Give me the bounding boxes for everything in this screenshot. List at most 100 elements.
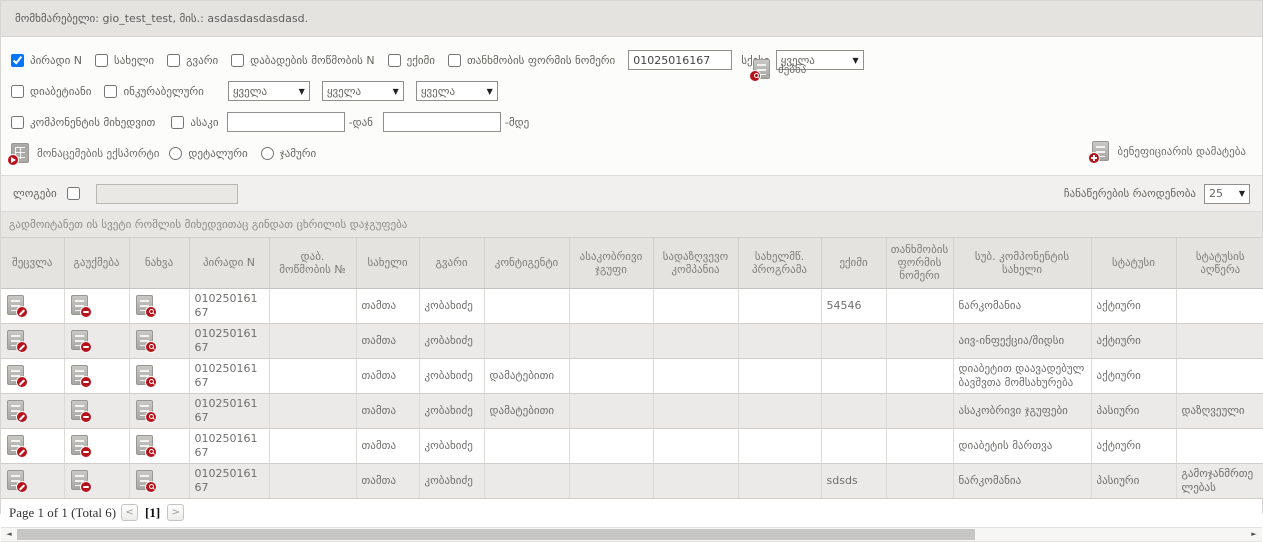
cancel-record-icon[interactable] <box>71 365 88 385</box>
incurable-label: ინკურაბელური <box>123 85 203 98</box>
table-cell <box>1176 358 1263 393</box>
export-detailed-radio[interactable] <box>169 147 182 160</box>
logs-checkbox[interactable] <box>67 187 80 200</box>
cancel-record-icon[interactable] <box>71 295 88 315</box>
table-cell <box>269 393 356 428</box>
last-name-checkbox[interactable] <box>167 54 180 67</box>
add-beneficiary-button[interactable]: ბენეფიციარის დამატება <box>1092 141 1246 161</box>
age-from-input[interactable] <box>227 112 345 132</box>
export-data-button[interactable]: მონაცემების ექსპორტი <box>11 143 159 163</box>
birth-certificate-label: დაბადების მოწმობის N <box>250 54 374 67</box>
edit-record-icon[interactable] <box>7 400 24 420</box>
horizontal-scrollbar[interactable]: ◄ ► <box>1 527 1262 542</box>
column-header[interactable]: სახელი <box>356 238 419 288</box>
filter-select-a[interactable]: ყველა ▼ <box>228 81 310 101</box>
age-to-suffix: -მდე <box>505 116 529 129</box>
edit-record-icon[interactable] <box>7 365 24 385</box>
view-record-icon[interactable] <box>136 295 153 315</box>
view-record-icon[interactable] <box>136 365 153 385</box>
edit-record-icon[interactable] <box>7 470 24 490</box>
table-cell <box>484 323 569 358</box>
filter-row-1: პირადი N სახელი გვარი დაბადების მოწმობის… <box>11 50 1252 70</box>
by-component-label: კომპონენტის მიხედვით <box>30 116 155 129</box>
age-from-suffix: -დან <box>349 116 373 129</box>
results-table: შეცვლაგაუქმებანახვაპირადი Nდაბ. მოწმობის… <box>1 238 1263 499</box>
consent-form-number-input[interactable] <box>628 50 732 70</box>
pagination-bar: Page 1 of 1 (Total 6) < [1] > <box>1 499 1262 527</box>
export-summary-radio[interactable] <box>261 147 274 160</box>
column-header[interactable]: თანხმობის ფორმის ნომერი <box>886 238 953 288</box>
edit-record-icon[interactable] <box>7 330 24 350</box>
filter-select-b[interactable]: ყველა ▼ <box>322 81 404 101</box>
by-component-checkbox[interactable] <box>11 116 24 129</box>
scrollbar-thumb[interactable] <box>17 529 975 540</box>
column-header[interactable]: პირადი N <box>189 238 269 288</box>
logs-input[interactable] <box>96 184 238 204</box>
column-header[interactable]: გაუქმება <box>64 238 129 288</box>
table-cell <box>569 428 653 463</box>
cancel-record-icon[interactable] <box>71 435 88 455</box>
view-record-icon[interactable] <box>136 330 153 350</box>
table-cell <box>569 323 653 358</box>
cancel-record-icon[interactable] <box>71 330 88 350</box>
consent-form-label: თანხმობის ფორმის ნომერი <box>467 54 615 67</box>
view-record-icon[interactable] <box>136 435 153 455</box>
action-cell <box>1 288 64 323</box>
table-cell: 01025016167 <box>189 463 269 498</box>
column-header[interactable]: სადაზღვევო კომპანია <box>653 238 738 288</box>
filter-select-c[interactable]: ყველა ▼ <box>416 81 498 101</box>
table-row: 01025016167თამთაკობახიძე54546ნარკომანიაა… <box>1 288 1263 323</box>
add-beneficiary-icon <box>1092 141 1109 161</box>
prev-page-button[interactable]: < <box>121 504 138 521</box>
consent-form-checkbox[interactable] <box>448 54 461 67</box>
filter-row-4: მონაცემების ექსპორტი დეტალური ჯამური <box>11 143 1252 163</box>
records-count-select[interactable]: 25 ▼ <box>1204 184 1250 204</box>
diabetic-checkbox[interactable] <box>11 85 24 98</box>
scroll-left-icon[interactable]: ◄ <box>1 528 17 541</box>
column-header[interactable]: გვარი <box>419 238 484 288</box>
column-header[interactable]: ასაკობრივი ჯგუფი <box>569 238 653 288</box>
age-checkbox[interactable] <box>171 116 184 129</box>
table-cell <box>269 288 356 323</box>
edit-record-icon[interactable] <box>7 435 24 455</box>
column-header[interactable]: ნახვა <box>129 238 189 288</box>
incurable-checkbox[interactable] <box>104 85 117 98</box>
table-cell: გამოჯანმრთელებას <box>1176 463 1263 498</box>
column-header[interactable]: სტატუსის აღწერა <box>1176 238 1263 288</box>
action-cell <box>129 358 189 393</box>
next-page-button[interactable]: > <box>167 504 184 521</box>
age-to-input[interactable] <box>383 112 501 132</box>
table-cell <box>1176 323 1263 358</box>
filter-row-3: კომპონენტის მიხედვით ასაკი -დან -მდე <box>11 112 1252 132</box>
grouping-hint-bar[interactable]: გადმოიტანეთ ის სვეტი რომლის მიხედვითაც გ… <box>1 212 1262 238</box>
first-name-checkbox[interactable] <box>95 54 108 67</box>
view-record-icon[interactable] <box>136 400 153 420</box>
table-row: 01025016167თამთაკობახიძეაივ-ინფექცია/შიდ… <box>1 323 1263 358</box>
action-cell <box>64 323 129 358</box>
column-header[interactable]: სახელმწ. პროგრამა <box>738 238 821 288</box>
last-name-label: გვარი <box>186 54 218 67</box>
search-button[interactable]: ძებნა <box>753 59 806 79</box>
cancel-record-icon[interactable] <box>71 470 88 490</box>
column-header[interactable]: სტატუსი <box>1091 238 1176 288</box>
column-header[interactable]: შეცვლა <box>1 238 64 288</box>
table-row: 01025016167თამთაკობახიძედამატებითიასაკობ… <box>1 393 1263 428</box>
table-cell <box>569 463 653 498</box>
column-header[interactable]: სუბ. კომპონენტის სახელი <box>953 238 1091 288</box>
column-header[interactable]: კონტიგენტი <box>484 238 569 288</box>
birth-certificate-checkbox[interactable] <box>231 54 244 67</box>
column-header[interactable]: დაბ. მოწმობის № <box>269 238 356 288</box>
table-cell: აქტიური <box>1091 323 1176 358</box>
scroll-right-icon[interactable]: ► <box>1246 528 1262 541</box>
doctor-checkbox[interactable] <box>388 54 401 67</box>
cancel-record-icon[interactable] <box>71 400 88 420</box>
view-record-icon[interactable] <box>136 470 153 490</box>
filter-panel: პირადი N სახელი გვარი დაბადების მოწმობის… <box>1 37 1262 176</box>
user-info-bar: მომხმარებელი: gio_test_test, მის.: asdas… <box>1 1 1262 37</box>
table-cell <box>738 393 821 428</box>
column-header[interactable]: ექიმი <box>821 238 886 288</box>
edit-record-icon[interactable] <box>7 295 24 315</box>
table-cell: 01025016167 <box>189 288 269 323</box>
personal-n-checkbox[interactable] <box>11 54 24 67</box>
table-cell: აივ-ინფექცია/შიდსი <box>953 323 1091 358</box>
